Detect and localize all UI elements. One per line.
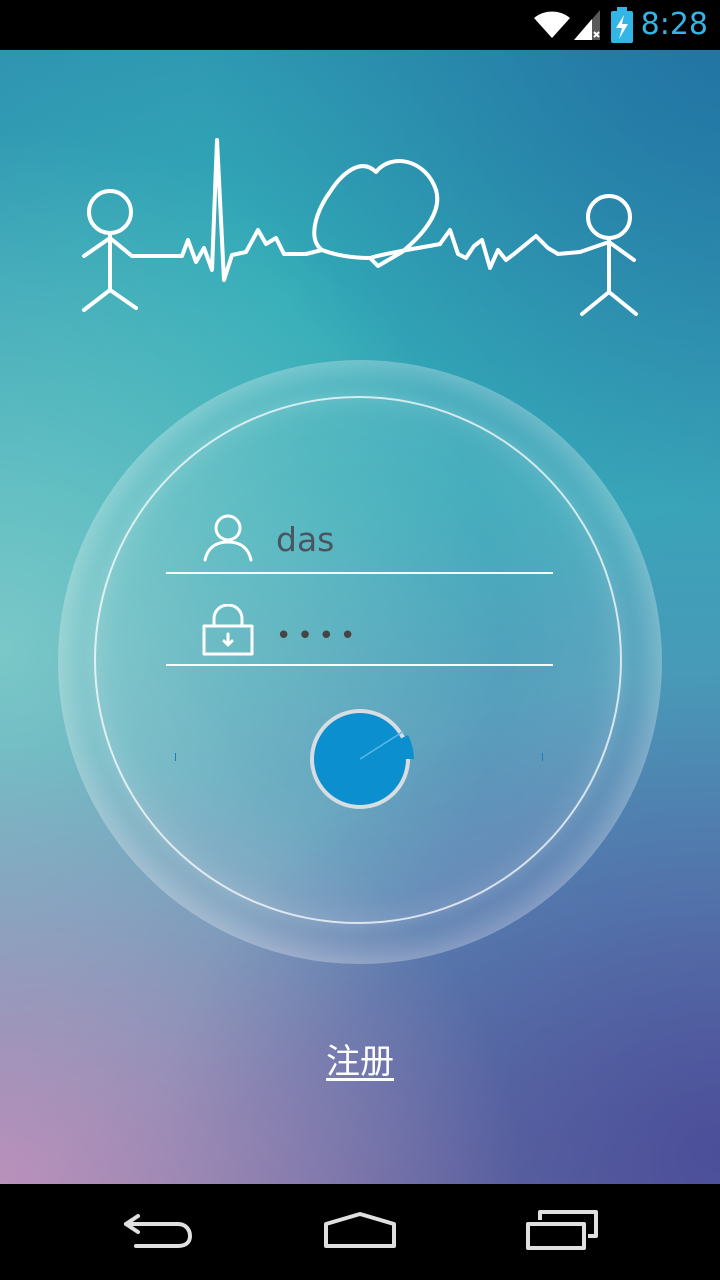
loading-spinner [310, 709, 414, 809]
navigation-bar [0, 1184, 720, 1280]
progress-tick-right [542, 753, 543, 761]
back-icon[interactable] [122, 1210, 194, 1250]
login-screen: das •••• 注册 [0, 50, 720, 1184]
heartbeat-couple-illustration [82, 138, 638, 316]
recent-apps-icon[interactable] [524, 1210, 600, 1250]
user-icon [203, 514, 253, 562]
progress-tick-left [175, 753, 176, 761]
wifi-icon [534, 11, 570, 38]
battery-charging-icon [611, 7, 633, 43]
signal-icon [574, 10, 600, 40]
password-field[interactable]: •••• [166, 604, 553, 666]
password-input[interactable]: •••• [276, 614, 361, 658]
status-time: 8:28 [640, 7, 708, 42]
screen: 8:28 das •••• 注册 [0, 0, 720, 1280]
username-input[interactable]: das [276, 518, 334, 562]
register-link[interactable]: 注册 [0, 1040, 720, 1084]
status-bar: 8:28 [0, 0, 720, 50]
lock-icon [202, 604, 254, 656]
username-field[interactable]: das [166, 512, 553, 574]
home-icon[interactable] [320, 1210, 400, 1250]
